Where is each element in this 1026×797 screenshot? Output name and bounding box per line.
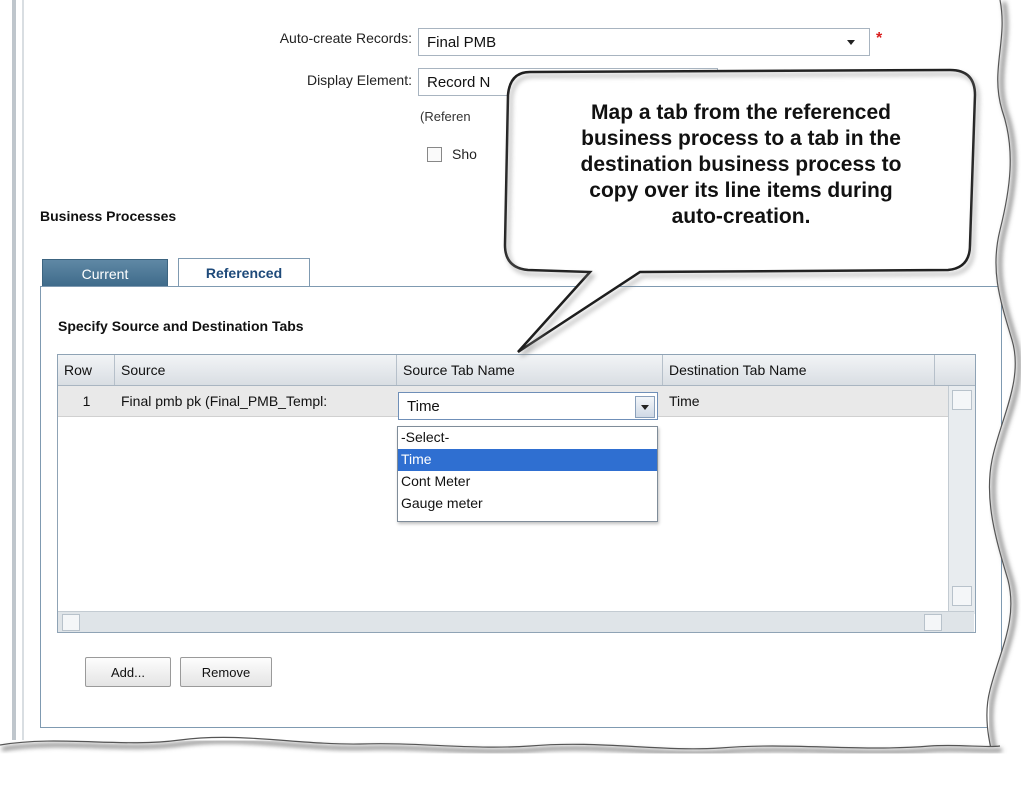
callout-line: destination business process to: [580, 153, 902, 176]
callout-line: copy over its line items during: [589, 179, 893, 202]
callout-line: auto-creation.: [671, 205, 811, 228]
callout-line: Map a tab from the referenced: [591, 101, 891, 124]
callout-line: business process to a tab in the: [581, 127, 901, 150]
torn-right-fill: [986, 0, 1026, 797]
callout-text: Map a tab from the referenced business p…: [512, 100, 970, 230]
